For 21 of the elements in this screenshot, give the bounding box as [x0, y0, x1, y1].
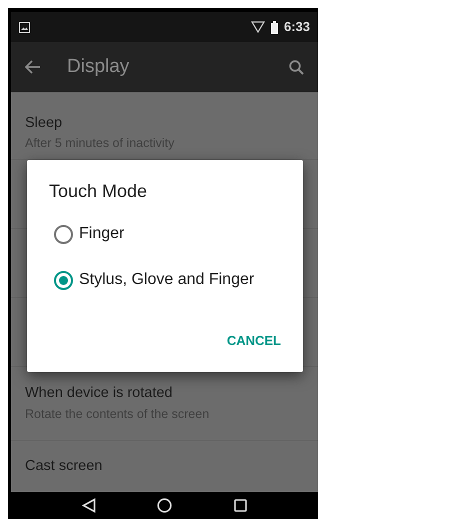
wifi-icon — [250, 21, 265, 33]
option-label: Stylus, Glove and Finger — [79, 270, 254, 290]
radio-icon[interactable] — [54, 270, 73, 290]
toolbar-title: Display — [67, 54, 130, 79]
status-time: 6:33 — [284, 18, 310, 36]
cancel-button[interactable]: CANCEL — [226, 328, 281, 352]
option-label: Finger — [79, 224, 124, 244]
setting-title[interactable]: When device is rotated — [25, 383, 304, 405]
radio-option[interactable]: Stylus, Glove and Finger — [49, 257, 254, 303]
radio-icon[interactable] — [54, 224, 73, 244]
back-arrow-icon[interactable] — [25, 60, 41, 74]
battery-icon — [270, 20, 278, 34]
recents-icon[interactable] — [234, 499, 248, 512]
search-icon[interactable] — [289, 60, 304, 74]
home-icon[interactable] — [157, 498, 172, 513]
back-icon[interactable] — [82, 498, 96, 513]
radio-option[interactable]: Finger — [49, 211, 124, 257]
setting-title[interactable]: Cast screen — [25, 456, 304, 478]
image-icon — [19, 22, 30, 32]
dialog-title: Touch Mode — [49, 180, 148, 203]
setting-title[interactable]: Sleep — [25, 112, 304, 134]
